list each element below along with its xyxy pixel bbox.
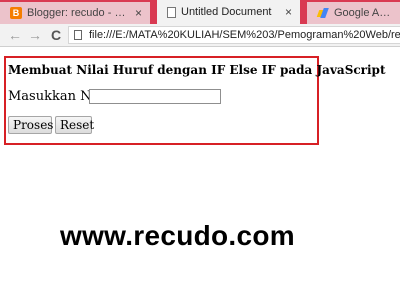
browser-toolbar: ← → C file:///E:/MATA%20KULIAH/SEM%203/P… bbox=[0, 24, 400, 47]
close-icon[interactable]: × bbox=[285, 5, 292, 19]
tab-google-adsense[interactable]: Google AdSense bbox=[307, 2, 400, 24]
tab-title: Untitled Document bbox=[181, 6, 272, 18]
tab-untitled-document[interactable]: Untitled Document × bbox=[157, 0, 300, 24]
tab-strip: B Blogger: recudo - Buat e × Untitled Do… bbox=[0, 0, 400, 24]
document-icon bbox=[167, 6, 176, 18]
page-icon bbox=[74, 30, 82, 40]
proses-button[interactable]: Proses bbox=[8, 116, 53, 134]
nilai-input[interactable] bbox=[89, 89, 221, 104]
tab-title: Google AdSense bbox=[334, 7, 392, 19]
watermark-text: www.recudo.com bbox=[60, 220, 295, 251]
tab-title: Blogger: recudo - Buat e bbox=[27, 7, 130, 19]
forward-button[interactable]: → bbox=[28, 27, 42, 43]
url-text: file:///E:/MATA%20KULIAH/SEM%203/Pemogra… bbox=[89, 29, 400, 41]
adsense-icon bbox=[317, 7, 329, 19]
back-button[interactable]: ← bbox=[8, 27, 22, 43]
reload-button[interactable]: C bbox=[51, 27, 61, 43]
close-icon[interactable]: × bbox=[135, 6, 142, 20]
page-heading: Membuat Nilai Huruf dengan IF Else IF pa… bbox=[8, 63, 386, 77]
address-bar[interactable]: file:///E:/MATA%20KULIAH/SEM%203/Pemogra… bbox=[68, 26, 400, 44]
blogger-icon: B bbox=[10, 7, 22, 19]
tab-blogger[interactable]: B Blogger: recudo - Buat e × bbox=[0, 2, 150, 24]
reset-button[interactable]: Reset bbox=[55, 116, 94, 134]
